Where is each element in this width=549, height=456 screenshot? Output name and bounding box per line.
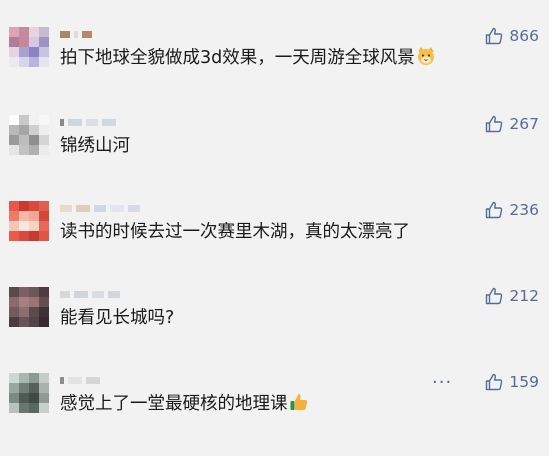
like-button[interactable]: 236: [484, 200, 539, 220]
thumbs-up-icon: [289, 392, 309, 421]
like-button[interactable]: 159: [484, 372, 539, 392]
like-count: 866: [509, 27, 539, 45]
thumbs-up-outline-icon: [486, 27, 503, 45]
like-button[interactable]: 267: [484, 114, 539, 134]
avatar[interactable]: [9, 201, 49, 241]
thumbs-up-outline-icon: [486, 115, 503, 133]
cat-face-icon: [416, 46, 436, 75]
comment-text-content: 读书的时候去过一次赛里木湖，真的太漂亮了: [60, 222, 410, 242]
like-count: 212: [509, 287, 539, 305]
more-options-button[interactable]: ···: [432, 374, 452, 392]
username-blurred[interactable]: [60, 288, 120, 300]
comment-item: 能看见长城吗? 212: [0, 282, 549, 370]
like-button[interactable]: 866: [484, 26, 539, 46]
thumbs-up-outline-icon: [486, 287, 503, 305]
avatar[interactable]: [9, 287, 49, 327]
comment-text-content: 能看见长城吗?: [60, 308, 175, 328]
like-count: 236: [509, 201, 539, 219]
comment-text-content: 感觉上了一堂最硬核的地理课: [60, 394, 288, 414]
thumbs-up-outline-icon: [486, 201, 503, 219]
username-blurred[interactable]: [60, 28, 92, 40]
avatar[interactable]: [9, 27, 49, 67]
thumbs-up-outline-icon: [486, 373, 503, 391]
comment-item: 锦绣山河 267: [0, 110, 549, 198]
like-count: 267: [509, 115, 539, 133]
comment-text: 读书的时候去过一次赛里木湖，真的太漂亮了: [60, 218, 410, 246]
username-blurred[interactable]: [60, 116, 116, 128]
comment-item: 拍下地球全貌做成3d效果，一天周游全球风景 866: [0, 22, 549, 110]
username-blurred[interactable]: [60, 202, 140, 214]
like-button[interactable]: 212: [484, 286, 539, 306]
comment-text: 能看见长城吗?: [60, 304, 174, 332]
username-blurred[interactable]: [60, 374, 100, 386]
comment-item: 感觉上了一堂最硬核的地理课 ··· 159: [0, 368, 549, 456]
avatar[interactable]: [9, 373, 49, 413]
comment-text-content: 锦绣山河: [60, 136, 130, 156]
comment-text: 拍下地球全貌做成3d效果，一天周游全球风景: [60, 44, 436, 75]
avatar[interactable]: [9, 115, 49, 155]
comment-text: 锦绣山河: [60, 132, 130, 160]
comment-text-content: 拍下地球全貌做成3d效果，一天周游全球风景: [60, 48, 415, 68]
like-count: 159: [509, 373, 539, 391]
comment-text: 感觉上了一堂最硬核的地理课: [60, 390, 309, 421]
comment-item: 读书的时候去过一次赛里木湖，真的太漂亮了 236: [0, 196, 549, 284]
